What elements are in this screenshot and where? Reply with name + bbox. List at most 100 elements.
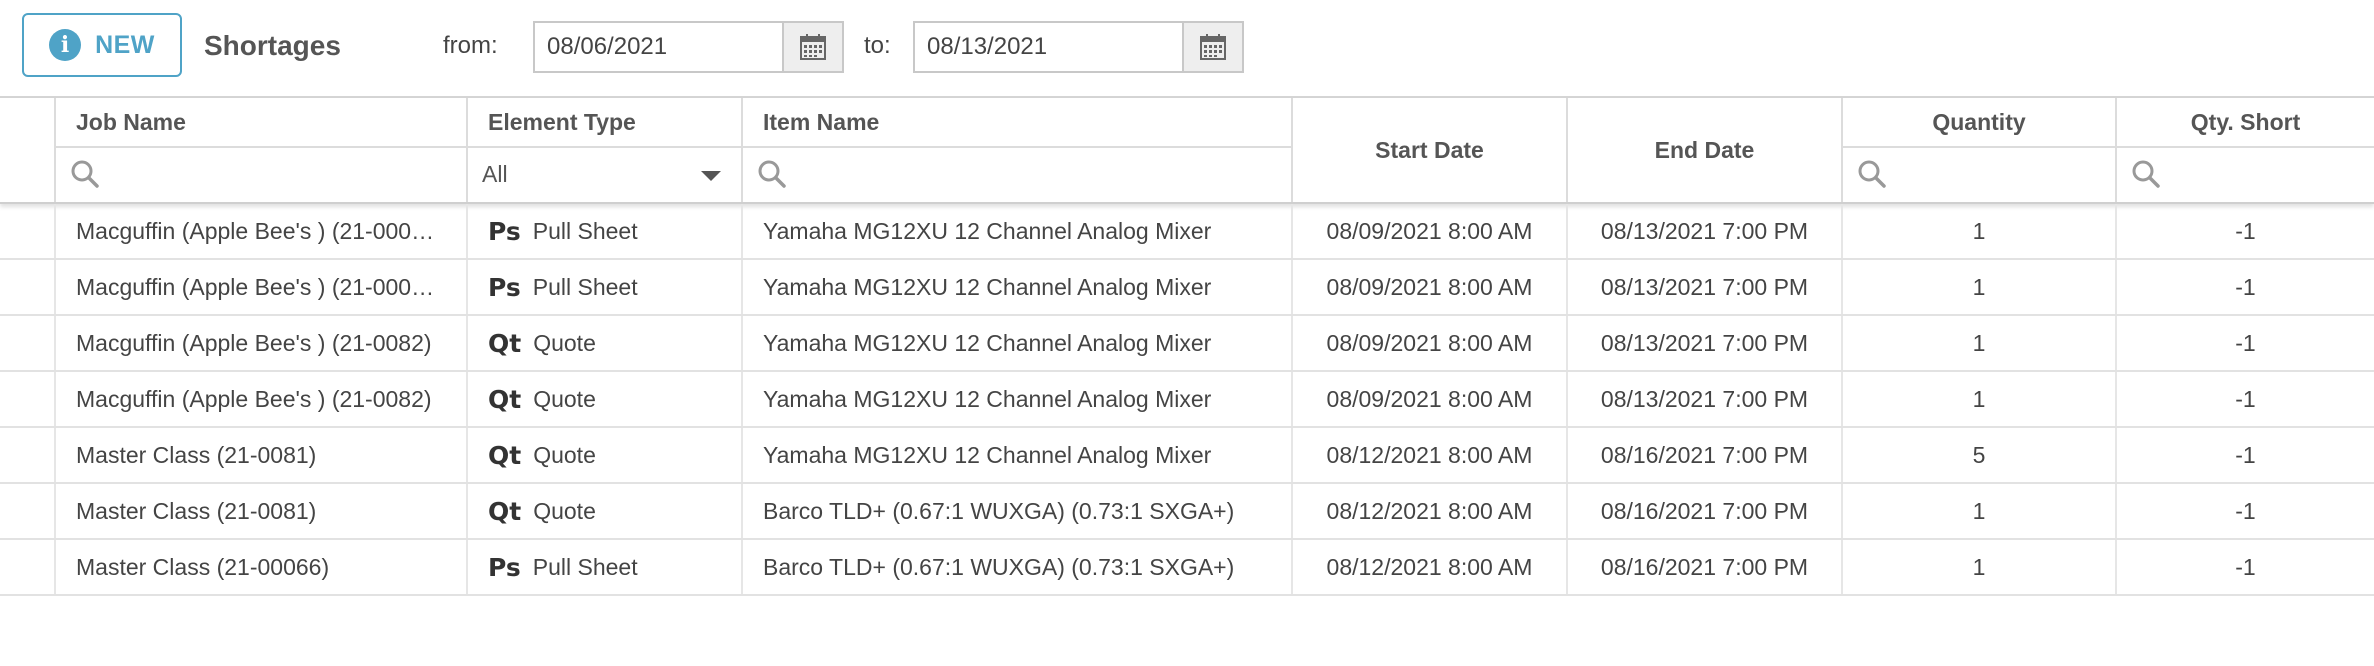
table-row[interactable]: Master Class (21-0081) Qt Quote Barco TLD… <box>0 484 2374 540</box>
to-date-input[interactable]: 08/13/2021 <box>915 23 1182 71</box>
info-icon: i <box>49 29 82 61</box>
caret-down-icon <box>701 171 721 181</box>
job-name-cell: Macguffin (Apple Bee's ) (21-0082) <box>56 372 468 426</box>
qty-short-cell: -1 <box>2235 497 2256 524</box>
element-type-cell: Qt Quote <box>468 316 743 370</box>
end-date-cell: 08/16/2021 7:00 PM <box>1568 428 1843 482</box>
end-date-cell: 08/13/2021 7:00 PM <box>1568 316 1843 370</box>
job-name-cell: Macguffin (Apple Bee's ) (21-000… <box>56 260 468 314</box>
item-name-column-header[interactable]: Item Name <box>743 98 1293 202</box>
table-row[interactable]: Macguffin (Apple Bee's ) (21-000… Ps Pull… <box>0 260 2374 316</box>
table-row[interactable]: Master Class (21-00066) Ps Pull Sheet Bar… <box>0 540 2374 596</box>
new-button[interactable]: i NEW <box>22 13 182 77</box>
calendar-icon <box>800 34 826 60</box>
quantity-filter[interactable] <box>1843 148 2115 200</box>
quote-icon: Qt <box>488 384 522 414</box>
start-date-cell: 08/09/2021 8:00 AM <box>1293 316 1568 370</box>
start-date-cell: 08/09/2021 8:00 AM <box>1293 372 1568 426</box>
item-name-cell: Yamaha MG12XU 12 Channel Analog Mixer <box>743 204 1293 258</box>
from-date-field[interactable]: 08/06/2021 <box>533 21 844 73</box>
from-date-input[interactable]: 08/06/2021 <box>535 23 782 71</box>
row-selector[interactable] <box>0 372 56 426</box>
element-type-filter-value: All <box>482 160 508 187</box>
quantity-cell: 1 <box>1843 540 2117 594</box>
quantity-cell: 1 <box>1843 316 2117 370</box>
job-name-cell: Master Class (21-0081) <box>56 484 468 538</box>
quantity-cell: 5 <box>1843 428 2117 482</box>
row-selector-header <box>0 98 56 202</box>
element-type-column-header[interactable]: Element Type All <box>468 98 743 202</box>
item-name-filter[interactable] <box>743 148 1291 200</box>
element-type-cell: Ps Pull Sheet <box>468 540 743 594</box>
start-date-cell: 08/12/2021 8:00 AM <box>1293 540 1568 594</box>
table-row[interactable]: Macguffin (Apple Bee's ) (21-0082) Qt Quo… <box>0 316 2374 372</box>
search-icon <box>758 160 786 188</box>
end-date-column-header[interactable]: End Date <box>1568 98 1843 202</box>
row-selector[interactable] <box>0 540 56 594</box>
item-name-cell: Yamaha MG12XU 12 Channel Analog Mixer <box>743 260 1293 314</box>
qty-short-column-header[interactable]: Qty. Short <box>2117 98 2374 202</box>
end-date-cell: 08/16/2021 7:00 PM <box>1568 484 1843 538</box>
qty-short-cell: -1 <box>2235 385 2256 412</box>
to-date-picker-button[interactable] <box>1182 23 1242 71</box>
job-name-cell: Macguffin (Apple Bee's ) (21-0082) <box>56 316 468 370</box>
end-date-cell: 08/13/2021 7:00 PM <box>1568 372 1843 426</box>
qty-short-cell: -1 <box>2235 329 2256 356</box>
row-selector[interactable] <box>0 204 56 258</box>
job-name-header-label[interactable]: Job Name <box>56 98 466 148</box>
item-name-cell: Barco TLD+ (0.67:1 WUXGA) (0.73:1 SXGA+) <box>743 484 1293 538</box>
quote-icon: Qt <box>488 496 522 526</box>
table-row[interactable]: Macguffin (Apple Bee's ) (21-0082) Qt Quo… <box>0 372 2374 428</box>
start-date-cell: 08/09/2021 8:00 AM <box>1293 204 1568 258</box>
from-date-picker-button[interactable] <box>782 23 842 71</box>
element-type-cell: Ps Pull Sheet <box>468 204 743 258</box>
page-title: Shortages <box>204 30 341 61</box>
row-selector[interactable] <box>0 428 56 482</box>
row-selector[interactable] <box>0 260 56 314</box>
job-name-column-header[interactable]: Job Name <box>56 98 468 202</box>
job-name-filter[interactable] <box>56 148 466 200</box>
item-name-header-label[interactable]: Item Name <box>743 98 1291 148</box>
qty-short-header-label[interactable]: Qty. Short <box>2117 98 2374 148</box>
quantity-column-header[interactable]: Quantity <box>1843 98 2117 202</box>
pull-sheet-icon: Ps <box>488 552 521 582</box>
table-row[interactable]: Macguffin (Apple Bee's ) (21-000… Ps Pull… <box>0 204 2374 260</box>
to-date-field[interactable]: 08/13/2021 <box>913 21 1244 73</box>
pull-sheet-icon: Ps <box>488 272 521 302</box>
item-name-cell: Barco TLD+ (0.67:1 WUXGA) (0.73:1 SXGA+) <box>743 540 1293 594</box>
quote-icon: Qt <box>488 328 522 358</box>
job-name-cell: Macguffin (Apple Bee's ) (21-000… <box>56 204 468 258</box>
qty-short-cell: -1 <box>2235 217 2256 244</box>
qty-short-filter[interactable] <box>2117 148 2374 200</box>
quantity-header-label[interactable]: Quantity <box>1843 98 2115 148</box>
start-date-cell: 08/09/2021 8:00 AM <box>1293 260 1568 314</box>
toolbar: i NEW Shortages from: 08/06/2021 to: 08/… <box>0 0 2374 96</box>
to-label: to: <box>864 32 891 59</box>
element-type-cell: Ps Pull Sheet <box>468 260 743 314</box>
pull-sheet-icon: Ps <box>488 216 521 246</box>
quantity-cell: 1 <box>1843 204 2117 258</box>
item-name-cell: Yamaha MG12XU 12 Channel Analog Mixer <box>743 372 1293 426</box>
end-date-cell: 08/13/2021 7:00 PM <box>1568 204 1843 258</box>
start-date-column-header[interactable]: Start Date <box>1293 98 1568 202</box>
element-type-cell: Qt Quote <box>468 372 743 426</box>
job-name-cell: Master Class (21-0081) <box>56 428 468 482</box>
search-icon <box>71 160 99 188</box>
grid-header: Job Name Element Type All Item Name Star… <box>0 98 2374 204</box>
element-type-cell: Qt Quote <box>468 484 743 538</box>
qty-short-cell: -1 <box>2235 273 2256 300</box>
table-row[interactable]: Master Class (21-0081) Qt Quote Yamaha MG… <box>0 428 2374 484</box>
start-date-cell: 08/12/2021 8:00 AM <box>1293 484 1568 538</box>
element-type-filter-select[interactable]: All <box>468 148 741 200</box>
row-selector[interactable] <box>0 484 56 538</box>
search-icon <box>1858 160 1886 188</box>
end-date-cell: 08/16/2021 7:00 PM <box>1568 540 1843 594</box>
from-label: from: <box>443 32 498 59</box>
quantity-cell: 1 <box>1843 372 2117 426</box>
element-type-cell: Qt Quote <box>468 428 743 482</box>
shortages-grid: Job Name Element Type All Item Name Star… <box>0 96 2374 666</box>
new-button-label: NEW <box>95 30 155 59</box>
element-type-header-label[interactable]: Element Type <box>468 98 741 148</box>
row-selector[interactable] <box>0 316 56 370</box>
grid-body: Macguffin (Apple Bee's ) (21-000… Ps Pull… <box>0 204 2374 596</box>
